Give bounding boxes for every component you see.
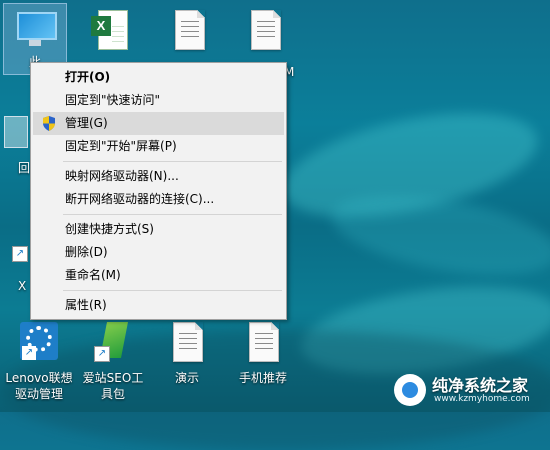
doc-file-1-icon[interactable]: [158, 8, 220, 58]
menu-item-pin-quick-access[interactable]: 固定到"快速访问": [33, 89, 284, 112]
menu-item-create-shortcut[interactable]: 创建快捷方式(S): [33, 218, 284, 241]
seo-toolbox-label: 爱站SEO工具包: [82, 371, 144, 401]
menu-item-properties[interactable]: 属性(R): [33, 294, 284, 317]
recycle-bin-icon[interactable]: 回: [2, 110, 32, 176]
demo-doc-icon[interactable]: 演示: [156, 320, 218, 386]
menu-item-manage[interactable]: 管理(G): [33, 112, 284, 135]
watermark-url: www.kzmyhome.com: [434, 394, 530, 404]
demo-doc-label: 演示: [174, 371, 199, 385]
uac-shield-icon: [43, 116, 55, 131]
seo-toolbox-icon[interactable]: ↗ 爱站SEO工具包: [80, 320, 146, 402]
recycle-bin-label: 回: [18, 161, 31, 175]
menu-item-open[interactable]: 打开(O): [33, 66, 284, 89]
phone-recommend-icon[interactable]: 手机推荐: [232, 320, 294, 386]
menu-item-rename[interactable]: 重命名(M): [33, 264, 284, 287]
menu-item-map-network-drive[interactable]: 映射网络驱动器(N)...: [33, 165, 284, 188]
menu-item-manage-label: 管理(G): [65, 116, 108, 130]
menu-separator: [63, 290, 282, 291]
menu-item-pin-start[interactable]: 固定到"开始"屏幕(P): [33, 135, 284, 158]
watermark-title: 纯净系统之家: [432, 376, 529, 395]
watermark-logo-icon: [394, 374, 426, 406]
excel-file-icon[interactable]: X: [78, 8, 140, 58]
shortcut-x-label: X: [18, 279, 27, 293]
menu-item-disconnect-network-drive[interactable]: 断开网络驱动器的连接(C)...: [33, 188, 284, 211]
menu-separator: [63, 161, 282, 162]
context-menu: 打开(O) 固定到"快速访问" 管理(G) 固定到"开始"屏幕(P) 映射网络驱…: [30, 62, 287, 320]
menu-item-delete[interactable]: 删除(D): [33, 241, 284, 264]
doc-file-2-icon[interactable]: M: [234, 8, 296, 79]
watermark: 纯净系统之家 www.kzmyhome.com: [394, 372, 546, 408]
lenovo-driver-label: Lenovo联想驱动管理: [5, 371, 73, 401]
lenovo-driver-icon[interactable]: ↗ Lenovo联想驱动管理: [2, 320, 76, 402]
shortcut-x-icon[interactable]: ↗ X: [2, 228, 32, 294]
phone-recommend-label: 手机推荐: [238, 371, 287, 385]
menu-separator: [63, 214, 282, 215]
